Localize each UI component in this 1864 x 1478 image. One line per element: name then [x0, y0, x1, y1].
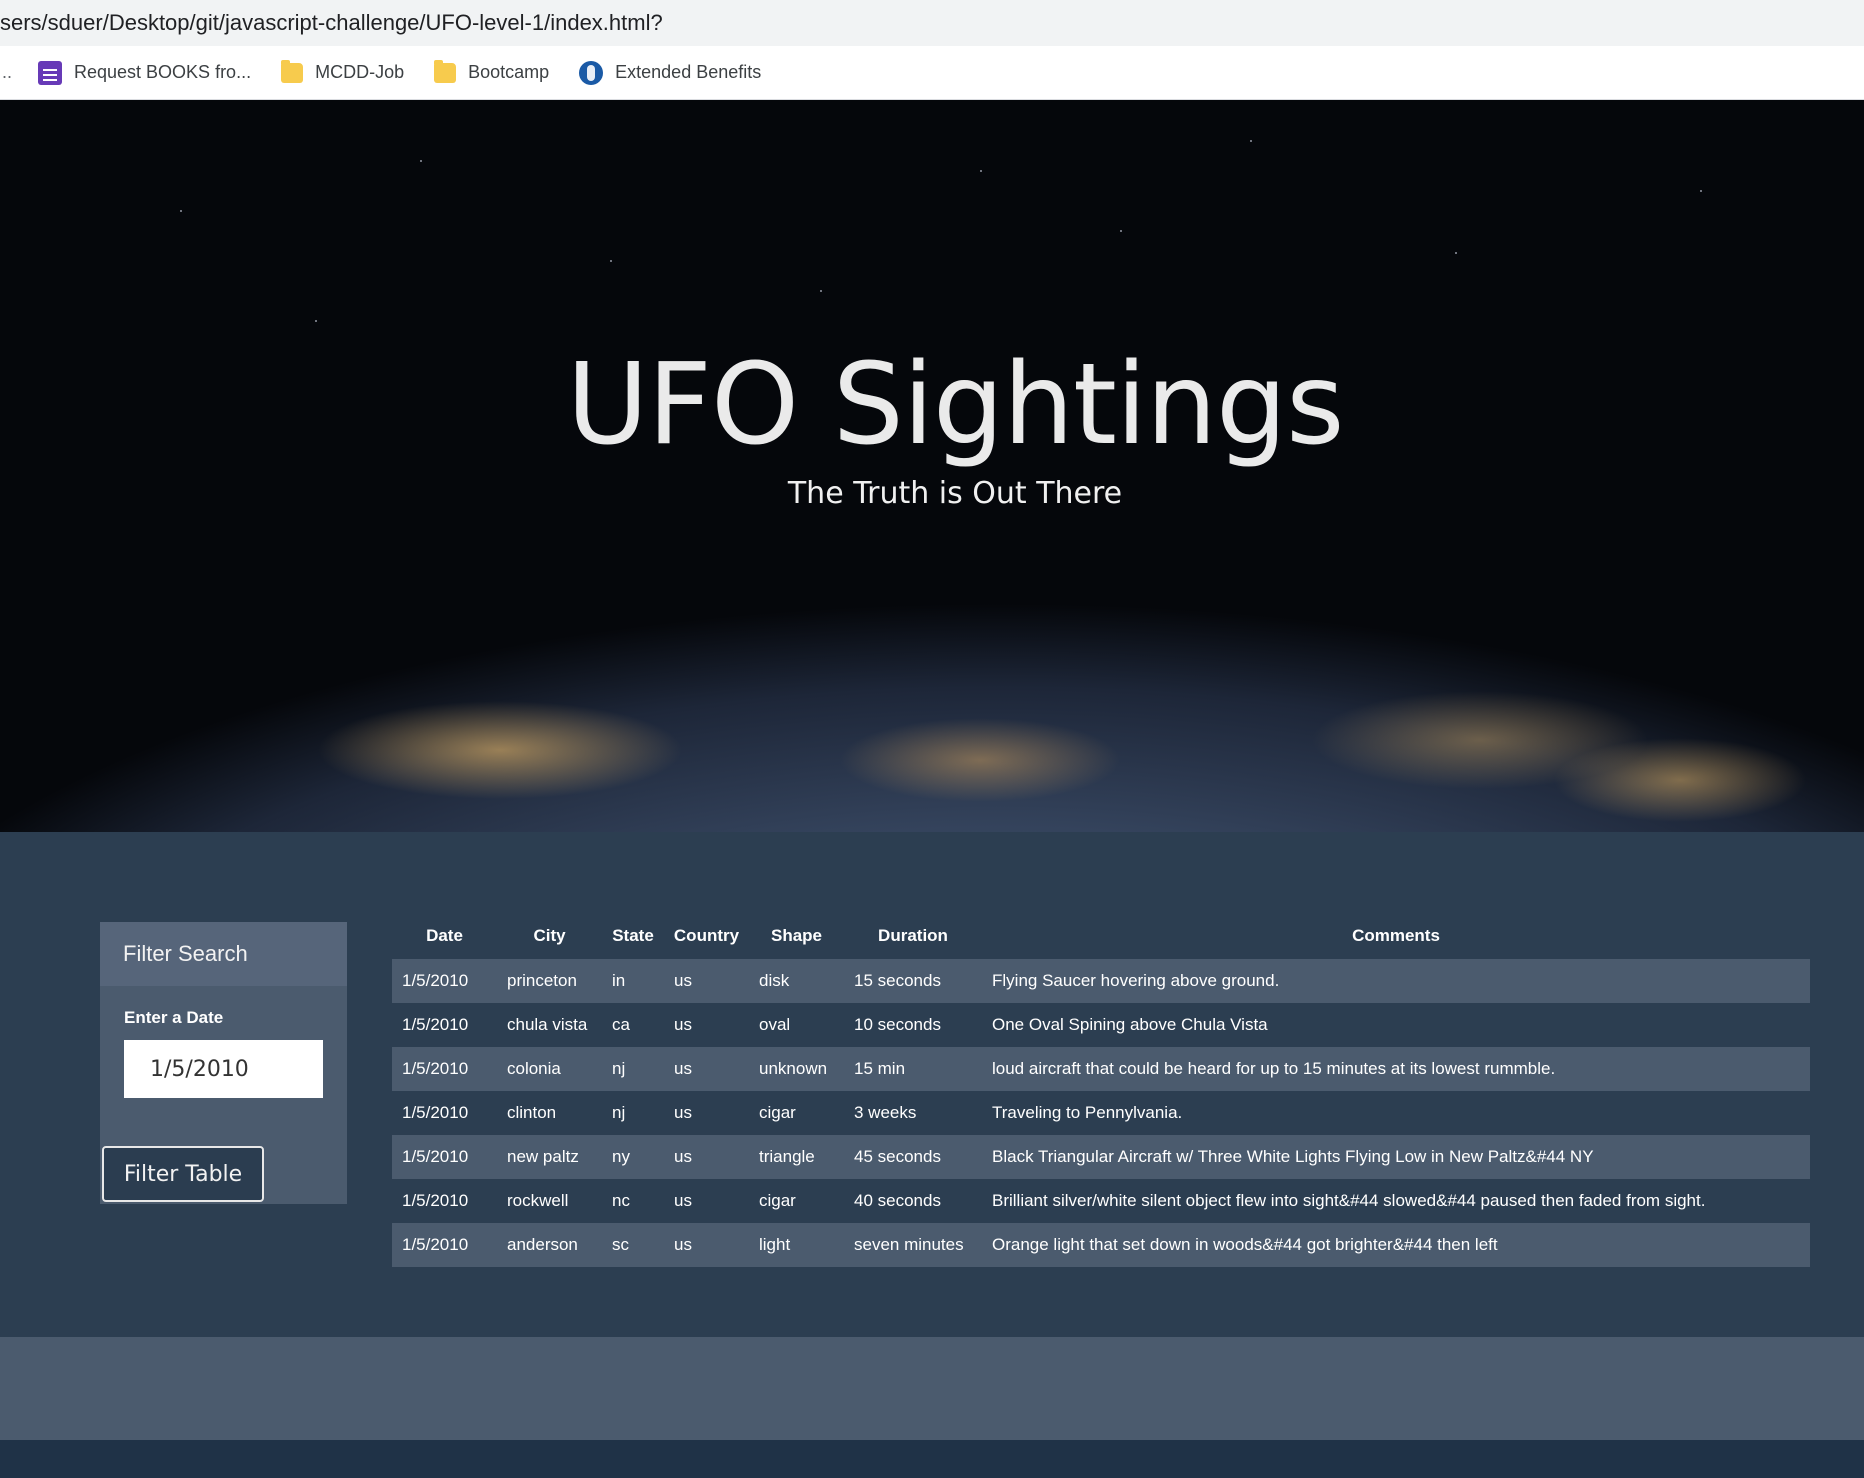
folder-icon: [434, 59, 457, 83]
cell-shape: disk: [759, 971, 790, 990]
cell-date: 1/5/2010: [402, 971, 469, 990]
bookmark-label: Request BOOKS fro...: [74, 62, 252, 82]
forms-icon: [38, 60, 62, 85]
cell-state: nj: [612, 1059, 626, 1078]
cell-comments: Flying Saucer hovering above ground.: [992, 971, 1280, 990]
date-label: Enter a Date: [124, 1008, 224, 1027]
cell-duration: 15 seconds: [854, 971, 941, 990]
cell-state: sc: [612, 1235, 629, 1254]
cell-city: chula vista: [507, 1015, 588, 1034]
bookmark-label: MCDD-Job: [315, 62, 405, 82]
cell-duration: 3 weeks: [854, 1103, 917, 1122]
page-title: UFO Sightings: [566, 340, 1345, 470]
cell-comments: Black Triangular Aircraft w/ Three White…: [992, 1147, 1594, 1166]
cell-duration: 40 seconds: [854, 1191, 941, 1210]
column-header-date: Date: [426, 926, 463, 945]
table-row: 1/5/2010 chula vista ca us oval 10 secon…: [392, 1003, 1810, 1047]
filter-panel: Filter Search Enter a Date Filter Table: [100, 922, 347, 1204]
cell-date: 1/5/2010: [402, 1059, 469, 1078]
cell-city: clinton: [507, 1103, 557, 1122]
bookmark-request-books[interactable]: Request BOOKS fro...: [38, 60, 252, 85]
cell-city: new paltz: [507, 1147, 579, 1166]
cell-state: nj: [612, 1103, 626, 1122]
cell-comments: Brilliant silver/white silent object fle…: [992, 1191, 1706, 1210]
cell-shape: unknown: [759, 1059, 828, 1078]
page-subtitle: The Truth is Out There: [787, 476, 1123, 511]
date-input[interactable]: [124, 1040, 323, 1098]
cell-city: princeton: [507, 971, 577, 990]
cell-date: 1/5/2010: [402, 1147, 469, 1166]
cell-shape: light: [759, 1235, 791, 1254]
table-row: 1/5/2010 colonia nj us unknown 15 min lo…: [392, 1047, 1810, 1091]
cell-city: colonia: [507, 1059, 561, 1078]
cell-duration: seven minutes: [854, 1235, 964, 1254]
cell-country: us: [674, 1103, 692, 1122]
bookmarks-overflow[interactable]: ..: [0, 62, 16, 83]
cell-duration: 45 seconds: [854, 1147, 941, 1166]
cell-state: ny: [612, 1147, 630, 1166]
bookmark-bootcamp[interactable]: Bootcamp: [434, 59, 550, 83]
column-header-country: Country: [673, 926, 740, 945]
column-header-shape: Shape: [770, 926, 823, 945]
cell-shape: cigar: [759, 1191, 796, 1210]
table-row: 1/5/2010 clinton nj us cigar 3 weeks Tra…: [392, 1091, 1810, 1135]
cell-duration: 15 min: [854, 1059, 906, 1078]
cell-duration: 10 seconds: [854, 1015, 941, 1034]
cell-date: 1/5/2010: [402, 1103, 469, 1122]
filter-table-button[interactable]: Filter Table: [102, 1146, 264, 1202]
cell-shape: triangle: [759, 1147, 815, 1166]
bookmark-label: Extended Benefits: [615, 62, 762, 82]
cell-date: 1/5/2010: [402, 1191, 469, 1210]
column-header-duration: Duration: [878, 926, 948, 945]
filter-heading: Filter Search: [100, 922, 347, 986]
cell-country: us: [674, 971, 692, 990]
cell-state: in: [612, 971, 626, 990]
cell-date: 1/5/2010: [402, 1235, 469, 1254]
column-header-comments: Comments: [1352, 926, 1440, 945]
cell-country: us: [674, 1015, 692, 1034]
hero-banner: UFO Sightings The Truth is Out There: [0, 100, 1864, 832]
bookmarks-bar: .. Request BOOKS fro... MCDD-Job Bootcam…: [0, 46, 1864, 100]
address-bar[interactable]: sers/sduer/Desktop/git/javascript-challe…: [0, 0, 1864, 46]
table-row: 1/5/2010 anderson sc us light seven minu…: [392, 1223, 1810, 1267]
bookmark-extended-benefits[interactable]: Extended Benefits: [579, 60, 762, 85]
table-row: 1/5/2010 rockwell nc us cigar 40 seconds…: [392, 1179, 1810, 1223]
cell-state: ca: [612, 1015, 630, 1034]
table-row: 1/5/2010 princeton in us disk 15 seconds…: [392, 959, 1810, 1003]
cell-date: 1/5/2010: [402, 1015, 469, 1034]
url-text[interactable]: sers/sduer/Desktop/git/javascript-challe…: [0, 10, 663, 35]
cell-country: us: [674, 1235, 692, 1254]
cell-country: us: [674, 1059, 692, 1078]
cell-country: us: [674, 1147, 692, 1166]
cell-city: rockwell: [507, 1191, 569, 1210]
table-header-row: Date City State Country Shape Duration C…: [392, 913, 1810, 959]
globe-icon: [579, 60, 604, 85]
main-content: Filter Search Enter a Date Filter Table …: [0, 832, 1864, 1337]
footer: [0, 1337, 1864, 1440]
sightings-table: Date City State Country Shape Duration C…: [392, 913, 1810, 1267]
cell-shape: oval: [759, 1015, 791, 1034]
folder-icon: [281, 59, 304, 83]
page-bottom: [0, 1440, 1864, 1478]
cell-comments: loud aircraft that could be heard for up…: [992, 1059, 1556, 1078]
bookmark-mcdd-job[interactable]: MCDD-Job: [281, 59, 405, 83]
column-header-state: State: [612, 926, 654, 945]
sightings-table-wrapper: Date City State Country Shape Duration C…: [392, 913, 1810, 1267]
cell-shape: cigar: [759, 1103, 796, 1122]
column-header-city: City: [533, 926, 566, 945]
cell-city: anderson: [507, 1235, 578, 1254]
cell-comments: One Oval Spining above Chula Vista: [992, 1015, 1268, 1034]
cell-state: nc: [612, 1191, 630, 1210]
cell-country: us: [674, 1191, 692, 1210]
cell-comments: Traveling to Pennylvania.: [992, 1103, 1183, 1122]
cell-comments: Orange light that set down in woods&#44 …: [992, 1235, 1498, 1254]
bookmark-label: Bootcamp: [468, 62, 550, 82]
table-row: 1/5/2010 new paltz ny us triangle 45 sec…: [392, 1135, 1810, 1179]
